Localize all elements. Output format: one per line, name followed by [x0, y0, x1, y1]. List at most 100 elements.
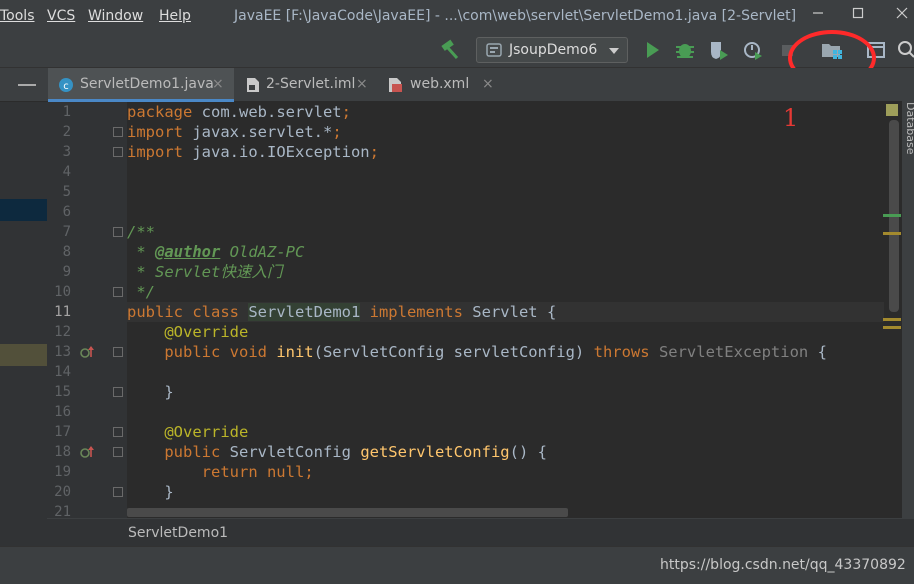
code-editor[interactable]: package com.web.servlet; import javax.se…: [127, 102, 884, 518]
editor-tab-bar: c ServletDemo1.java × 2-Servlet.iml × we…: [0, 68, 914, 102]
class-name: ServletDemo1: [248, 303, 361, 321]
line-number: 5: [62, 184, 71, 200]
semicolon: ;: [341, 103, 351, 121]
fold-marker[interactable]: [113, 127, 123, 137]
line-number: 4: [62, 164, 71, 180]
implements-method-icon[interactable]: [80, 445, 94, 459]
return-type: ServletConfig: [229, 443, 361, 461]
run-icon: [647, 42, 659, 58]
code-line-10: */: [127, 282, 884, 302]
code-line-9: * Servlet快速入门: [127, 262, 884, 282]
import-path: javax.servlet.*: [183, 123, 333, 141]
tab-label: 2-Servlet.iml: [266, 76, 356, 92]
close-tab-icon[interactable]: ×: [356, 76, 368, 92]
code-line-7: /**: [127, 222, 884, 242]
close-tab-icon[interactable]: ×: [212, 76, 224, 92]
import-path: java.io.IOException: [183, 143, 370, 161]
watermark-text: https://blog.csdn.net/qq_43370892: [660, 557, 906, 573]
fold-marker[interactable]: [113, 147, 123, 157]
collapse-icon[interactable]: [18, 84, 36, 86]
strip-selection[interactable]: [0, 199, 47, 221]
menu-help[interactable]: Help: [159, 8, 191, 24]
semicolon: ;: [304, 463, 314, 481]
debug-icon: [676, 44, 694, 58]
project-structure-button[interactable]: [820, 38, 844, 62]
code-line-13: public void init(ServletConfig servletCo…: [127, 342, 884, 362]
code-line-11: public class ServletDemo1 implements Ser…: [127, 302, 884, 322]
maximize-icon: [852, 7, 864, 19]
keyword: import: [127, 123, 183, 141]
line-number: 16: [54, 404, 71, 420]
run-config-selector[interactable]: JsoupDemo6: [476, 37, 628, 63]
build-hammer-icon: [441, 39, 459, 60]
toggle-window-button[interactable]: [864, 38, 888, 62]
warning-marker[interactable]: [883, 318, 901, 321]
fold-marker[interactable]: [113, 347, 123, 357]
main-toolbar: JsoupDemo6: [0, 32, 914, 68]
fold-marker[interactable]: [113, 447, 123, 457]
database-tool-button[interactable]: Database: [904, 102, 914, 155]
line-number: 15: [54, 384, 71, 400]
interface-name: Servlet {: [462, 303, 557, 321]
keyword: throws: [593, 343, 650, 361]
tab-label: ServletDemo1.java: [80, 76, 214, 92]
search-icon: [898, 41, 914, 58]
minimize-icon: [813, 12, 823, 14]
close-tab-icon[interactable]: ×: [482, 76, 494, 92]
annotation-number: 1: [783, 104, 799, 132]
line-number: 10: [54, 284, 71, 300]
run-button[interactable]: [640, 38, 664, 62]
doc-comment: * Servlet快速入门: [127, 263, 283, 281]
stop-button[interactable]: [776, 38, 800, 62]
menu-window[interactable]: Window: [88, 8, 143, 24]
implements-method-icon[interactable]: [80, 345, 94, 359]
line-number: 19: [54, 464, 71, 480]
menu-tools[interactable]: Tools: [0, 8, 35, 24]
fold-marker[interactable]: [113, 287, 123, 297]
horizontal-scrollbar[interactable]: [127, 508, 568, 517]
tab-web-xml[interactable]: web.xml ×: [382, 68, 502, 102]
change-marker[interactable]: [883, 214, 901, 217]
search-everywhere-button[interactable]: [895, 38, 914, 62]
maximize-button[interactable]: [846, 4, 870, 26]
fold-marker[interactable]: [113, 427, 123, 437]
java-class-icon: c: [59, 78, 73, 92]
warning-marker[interactable]: [883, 232, 901, 235]
fold-marker[interactable]: [113, 227, 123, 237]
inspection-status-icon[interactable]: [886, 104, 898, 116]
brace: }: [127, 483, 174, 501]
warning-marker[interactable]: [883, 326, 901, 329]
tab-2-servlet-iml[interactable]: 2-Servlet.iml ×: [240, 68, 378, 102]
line-number: 17: [54, 424, 71, 440]
doc-comment: OldAZ-PC: [220, 243, 305, 261]
close-window-button[interactable]: [890, 4, 914, 26]
project-structure-icon: [822, 44, 842, 59]
fold-marker[interactable]: [113, 387, 123, 397]
code-line-3: import java.io.IOException;: [127, 142, 884, 162]
line-number: 13: [54, 344, 71, 360]
menu-vcs[interactable]: VCS: [47, 8, 75, 24]
brace: {: [808, 343, 827, 361]
minimize-button[interactable]: [806, 4, 830, 26]
code-line-20: }: [127, 482, 884, 502]
debug-button[interactable]: [673, 38, 697, 62]
breadcrumb-item[interactable]: ServletDemo1: [128, 525, 228, 541]
doc-comment: /**: [127, 223, 155, 241]
close-icon: [896, 7, 908, 19]
profile-button[interactable]: [741, 38, 765, 62]
params: () {: [509, 443, 547, 461]
strip-selection[interactable]: [0, 344, 47, 366]
line-number: 12: [54, 324, 71, 340]
code-line-15: }: [127, 382, 884, 402]
tab-servletdemo1-java[interactable]: c ServletDemo1.java ×: [48, 68, 234, 102]
build-button[interactable]: [438, 38, 462, 62]
status-bar: https://blog.csdn.net/qq_43370892: [0, 546, 914, 584]
coverage-button[interactable]: [707, 38, 731, 62]
exception-name: ServletException: [649, 343, 809, 361]
line-number: 18: [54, 444, 71, 460]
keyword: return null: [127, 463, 305, 481]
fold-marker[interactable]: [113, 487, 123, 497]
line-number: 14: [54, 364, 71, 380]
code-line-12: @Override: [127, 322, 884, 342]
params: (ServletConfig servletConfig): [313, 343, 594, 361]
